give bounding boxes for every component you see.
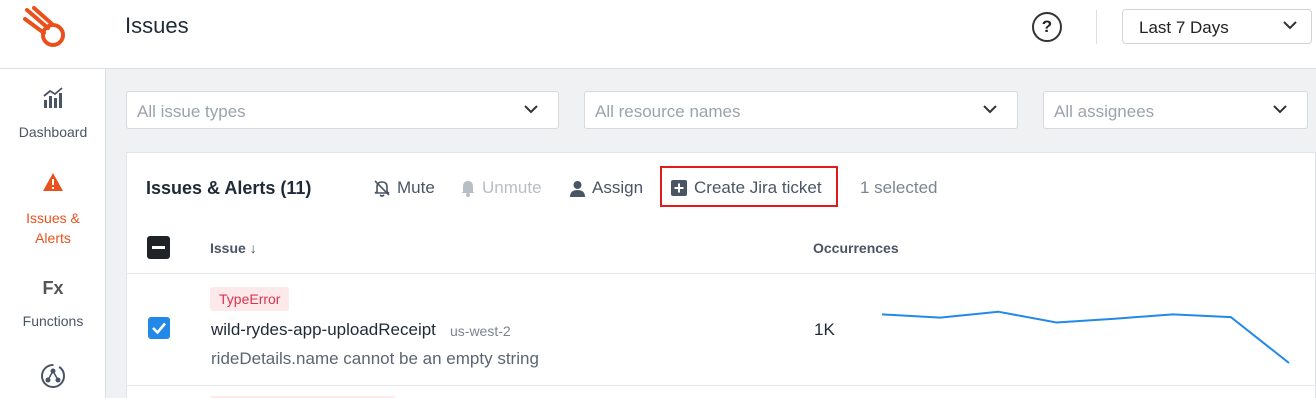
top-header: Issues ? Last 7 Days: [0, 0, 1316, 69]
sidebar-item-label: Dashboard: [18, 124, 88, 140]
occurrences-column-header[interactable]: Occurrences: [813, 240, 899, 256]
issue-type-filter[interactable]: All issue types: [126, 91, 559, 129]
graph-icon: [41, 364, 65, 388]
bell-off-icon: [374, 180, 390, 197]
mute-button[interactable]: Mute: [373, 177, 435, 199]
sidebar-item-functions[interactable]: Fx Functions: [0, 278, 106, 329]
resource-name-placeholder: All resource names: [595, 102, 741, 121]
sidebar-item-dashboard[interactable]: Dashboard: [0, 87, 106, 140]
issue-region: us-west-2: [450, 323, 511, 339]
select-all-checkbox[interactable]: [147, 236, 170, 259]
logo-icon[interactable]: [22, 6, 70, 48]
header-divider: [1096, 10, 1097, 44]
assign-label: Assign: [592, 178, 644, 197]
sparkline-line: [881, 310, 1290, 364]
sidebar-item-issues-alerts[interactable]: Issues & Alerts: [0, 172, 106, 248]
issue-message: rideDetails.name cannot be an empty stri…: [211, 349, 539, 368]
fx-icon: Fx: [42, 278, 64, 298]
sidebar: Dashboard Issues & Alerts Fx Functions: [0, 69, 106, 398]
sidebar-item-label-line2: Alerts: [35, 230, 71, 246]
time-range-select[interactable]: Last 7 Days: [1122, 9, 1312, 44]
chevron-down-icon: [1283, 21, 1297, 30]
create-jira-label: Create Jira ticket: [694, 178, 822, 197]
chart-icon: [43, 87, 63, 108]
issue-column-header[interactable]: Issue ↓: [210, 240, 257, 256]
issue-name-link[interactable]: wild-rydes-app-uploadReceipt: [211, 320, 436, 340]
chevron-down-icon: [1273, 105, 1287, 114]
user-icon: [570, 180, 585, 197]
card-title: Issues & Alerts (11): [146, 178, 312, 198]
table-divider: [127, 273, 1316, 274]
selected-count: 1 selected: [860, 178, 938, 197]
sidebar-item-graph[interactable]: [0, 361, 106, 391]
sidebar-item-label-line1: Issues &: [26, 210, 80, 226]
page-title: Issues: [125, 13, 189, 38]
plus-square-icon: [671, 180, 687, 196]
create-jira-ticket-button[interactable]: Create Jira ticket: [670, 177, 822, 199]
mute-label: Mute: [397, 178, 435, 197]
warning-icon: [43, 173, 63, 191]
time-range-value: Last 7 Days: [1139, 18, 1229, 37]
unmute-label: Unmute: [482, 178, 542, 197]
bell-icon: [461, 181, 475, 197]
table-divider: [127, 385, 1316, 386]
assignee-filter[interactable]: All assignees: [1043, 91, 1308, 129]
check-icon: [152, 322, 166, 335]
chevron-down-icon: [983, 105, 997, 114]
assign-button[interactable]: Assign: [569, 177, 643, 199]
issues-card: Issues & Alerts (11) Mute Unmute Assign …: [126, 152, 1316, 398]
occurrence-sparkline: [881, 310, 1290, 364]
error-type-badge: TypeError: [210, 287, 290, 311]
occurrence-count: 1K: [814, 320, 835, 339]
chevron-down-icon: [524, 105, 538, 114]
assignee-placeholder: All assignees: [1054, 102, 1155, 121]
row-checkbox[interactable]: [148, 317, 170, 339]
issue-type-placeholder: All issue types: [137, 102, 246, 121]
sidebar-item-label: Functions: [22, 313, 84, 329]
resource-name-filter[interactable]: All resource names: [584, 91, 1018, 129]
unmute-button[interactable]: Unmute: [460, 177, 542, 199]
help-button[interactable]: ?: [1032, 12, 1062, 42]
